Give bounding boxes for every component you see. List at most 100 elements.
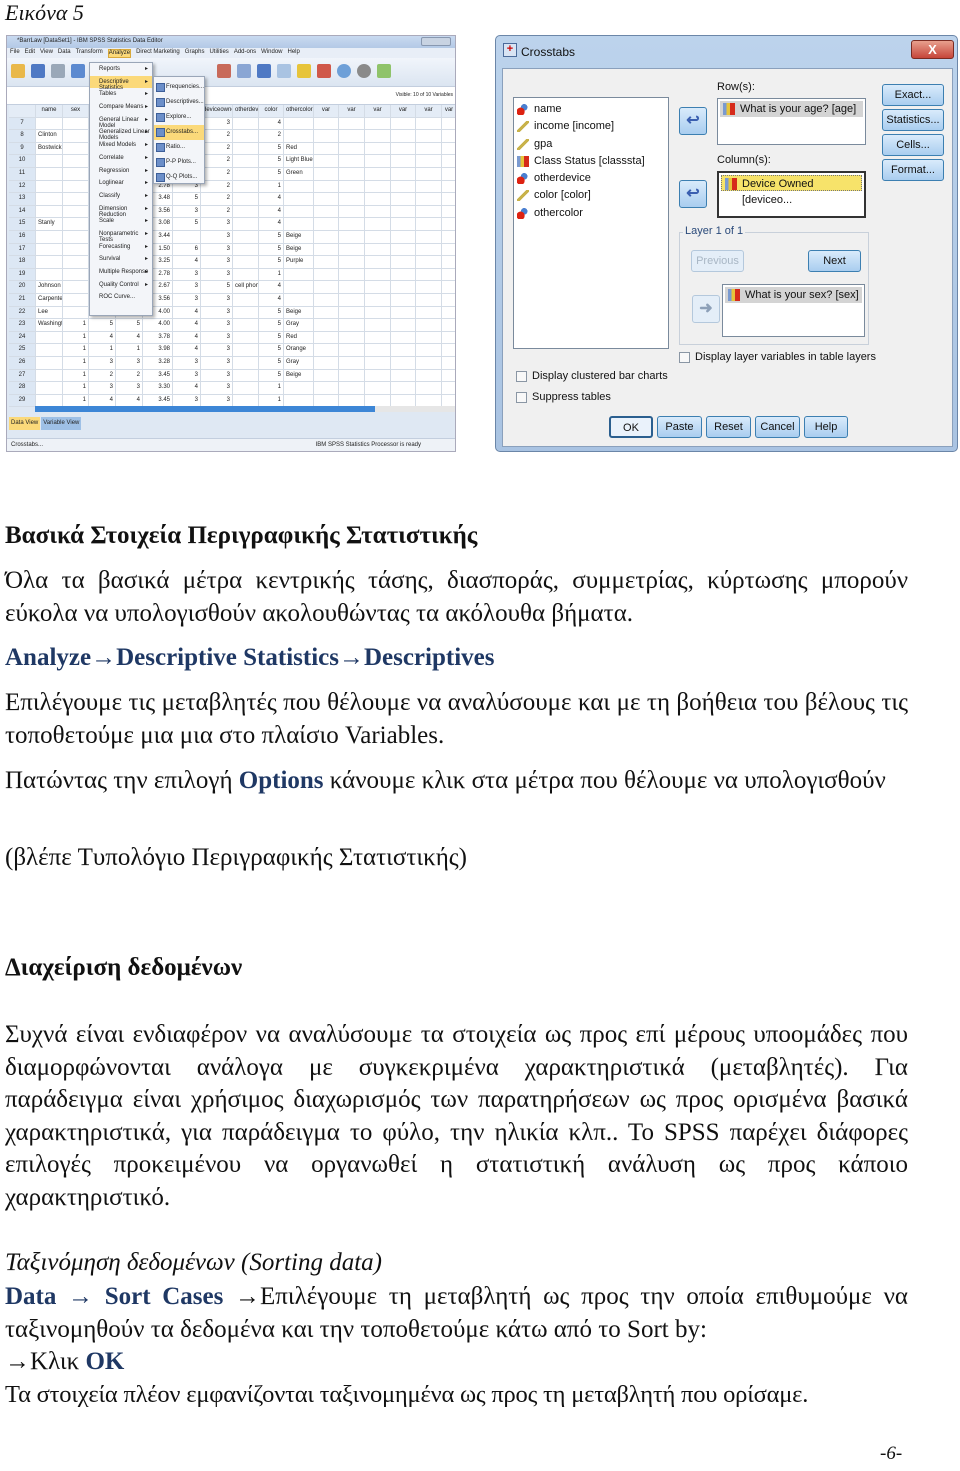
table-cell[interactable] (391, 168, 416, 181)
row-header[interactable]: 16 (9, 231, 36, 244)
analyze-menu-item[interactable]: Dimension Reduction ▸ (90, 203, 152, 218)
table-cell[interactable]: 5 (259, 344, 284, 357)
analyze-menu-item[interactable]: Correlate ▸ (90, 152, 152, 165)
row-header[interactable]: 13 (9, 193, 36, 206)
table-cell[interactable]: 4 (259, 218, 284, 231)
table-cell[interactable]: 5 (259, 319, 284, 332)
table-cell[interactable] (442, 357, 455, 370)
table-cell[interactable]: Gray (284, 357, 314, 370)
ok-button[interactable]: OK (609, 416, 653, 438)
column-header[interactable]: var (442, 105, 455, 118)
column-header[interactable]: var (391, 105, 416, 118)
table-cell[interactable] (339, 193, 365, 206)
table-cell[interactable]: Orange (284, 344, 314, 357)
select-cases-icon[interactable] (337, 64, 351, 78)
table-cell[interactable] (63, 256, 89, 269)
column-header[interactable]: var (416, 105, 442, 118)
table-cell[interactable]: 3 (201, 344, 233, 357)
menu-data[interactable]: Data (58, 49, 71, 58)
variable-list[interactable]: name income [income] gpa Class Status [clas… (513, 97, 669, 349)
table-cell[interactable] (314, 344, 339, 357)
table-cell[interactable]: 1 (63, 382, 89, 395)
table-cell[interactable]: 5 (259, 369, 284, 383)
table-cell[interactable] (233, 344, 259, 357)
table-cell[interactable] (284, 294, 314, 307)
table-cell[interactable] (416, 268, 442, 282)
table-cell[interactable] (365, 180, 391, 194)
analyze-menu-item[interactable]: Tables ▸ (90, 88, 152, 101)
table-cell[interactable] (365, 306, 391, 320)
table-cell[interactable] (416, 331, 442, 345)
table-cell[interactable]: 3 (201, 306, 233, 320)
submenu-item-qqplots[interactable]: Q-Q Plots... (154, 170, 204, 185)
suppress-tables-checkbox[interactable]: Suppress tables (516, 391, 611, 403)
table-cell[interactable]: 1 (259, 268, 284, 282)
table-cell[interactable] (284, 180, 314, 194)
table-cell[interactable]: 1 (63, 319, 89, 332)
table-cell[interactable] (284, 281, 314, 294)
table-cell[interactable] (36, 256, 63, 269)
table-cell[interactable]: 3 (201, 268, 233, 282)
paste-button[interactable]: Paste (657, 416, 702, 438)
dialog-recall-icon[interactable] (71, 64, 85, 78)
weight-cases-icon[interactable] (317, 64, 331, 78)
table-cell[interactable] (314, 205, 339, 219)
table-cell[interactable] (284, 382, 314, 395)
table-cell[interactable]: Bostwick (36, 142, 63, 156)
table-cell[interactable]: 5 (173, 193, 201, 206)
move-to-rows-button[interactable]: ↩ (679, 107, 707, 135)
table-cell[interactable]: 2 (259, 130, 284, 143)
table-cell[interactable]: 4 (259, 294, 284, 307)
table-cell[interactable]: 1 (259, 382, 284, 395)
row-header[interactable]: 14 (9, 205, 36, 219)
find-icon[interactable] (257, 64, 271, 78)
table-cell[interactable]: 5 (259, 256, 284, 269)
table-cell[interactable] (314, 319, 339, 332)
split-file-icon[interactable] (297, 64, 311, 78)
variable-list-item[interactable]: othercolor (514, 205, 668, 222)
table-cell[interactable] (365, 142, 391, 156)
analyze-menu-item[interactable]: Classify ▸ (90, 190, 152, 203)
table-cell[interactable] (391, 130, 416, 143)
analyze-menu-item[interactable]: Quality Control ▸ (90, 279, 152, 292)
table-cell[interactable] (391, 256, 416, 269)
table-cell[interactable]: Red (284, 142, 314, 156)
table-cell[interactable]: Lee (36, 306, 63, 320)
table-cell[interactable]: 2 (201, 205, 233, 219)
table-cell[interactable]: 3 (201, 218, 233, 231)
table-cell[interactable] (284, 205, 314, 219)
submenu-item-ppplots[interactable]: P-P Plots... (154, 155, 204, 170)
variable-list-item[interactable]: name (514, 101, 668, 118)
layer-item[interactable]: What is your sex? [sex] (725, 287, 862, 303)
table-cell[interactable] (391, 382, 416, 395)
table-cell[interactable] (339, 281, 365, 294)
table-cell[interactable] (339, 331, 365, 345)
table-cell[interactable] (365, 294, 391, 307)
table-cell[interactable] (36, 268, 63, 282)
table-cell[interactable]: 2 (201, 193, 233, 206)
analyze-menu-item[interactable]: Forecasting ▸ (90, 241, 152, 254)
table-cell[interactable] (314, 357, 339, 370)
table-cell[interactable]: Red (284, 331, 314, 345)
table-cell[interactable]: 1 (63, 357, 89, 370)
submenu-item-ratio[interactable]: Ratio... (154, 140, 204, 155)
table-cell[interactable]: 4 (173, 306, 201, 320)
table-cell[interactable] (314, 281, 339, 294)
row-header[interactable]: 12 (9, 180, 36, 194)
table-cell[interactable]: 2 (116, 369, 143, 383)
table-cell[interactable] (233, 205, 259, 219)
checkbox-box[interactable] (516, 391, 527, 403)
table-cell[interactable] (314, 382, 339, 395)
analyze-menu-item[interactable]: Survival ▸ (90, 253, 152, 266)
columns-item[interactable]: Device Owned [deviceo... (721, 175, 862, 206)
table-cell[interactable]: Beige (284, 231, 314, 244)
table-cell[interactable] (365, 155, 391, 168)
table-cell[interactable] (339, 369, 365, 383)
table-cell[interactable]: 5 (259, 231, 284, 244)
table-cell[interactable] (391, 294, 416, 307)
table-cell[interactable] (233, 193, 259, 206)
analyze-menu-item[interactable]: General Linear Model ▸ (90, 114, 152, 129)
analyze-menu-item[interactable]: Nonparametric Tests ▸ (90, 228, 152, 243)
table-cell[interactable]: 5 (259, 142, 284, 156)
table-cell[interactable] (442, 319, 455, 332)
